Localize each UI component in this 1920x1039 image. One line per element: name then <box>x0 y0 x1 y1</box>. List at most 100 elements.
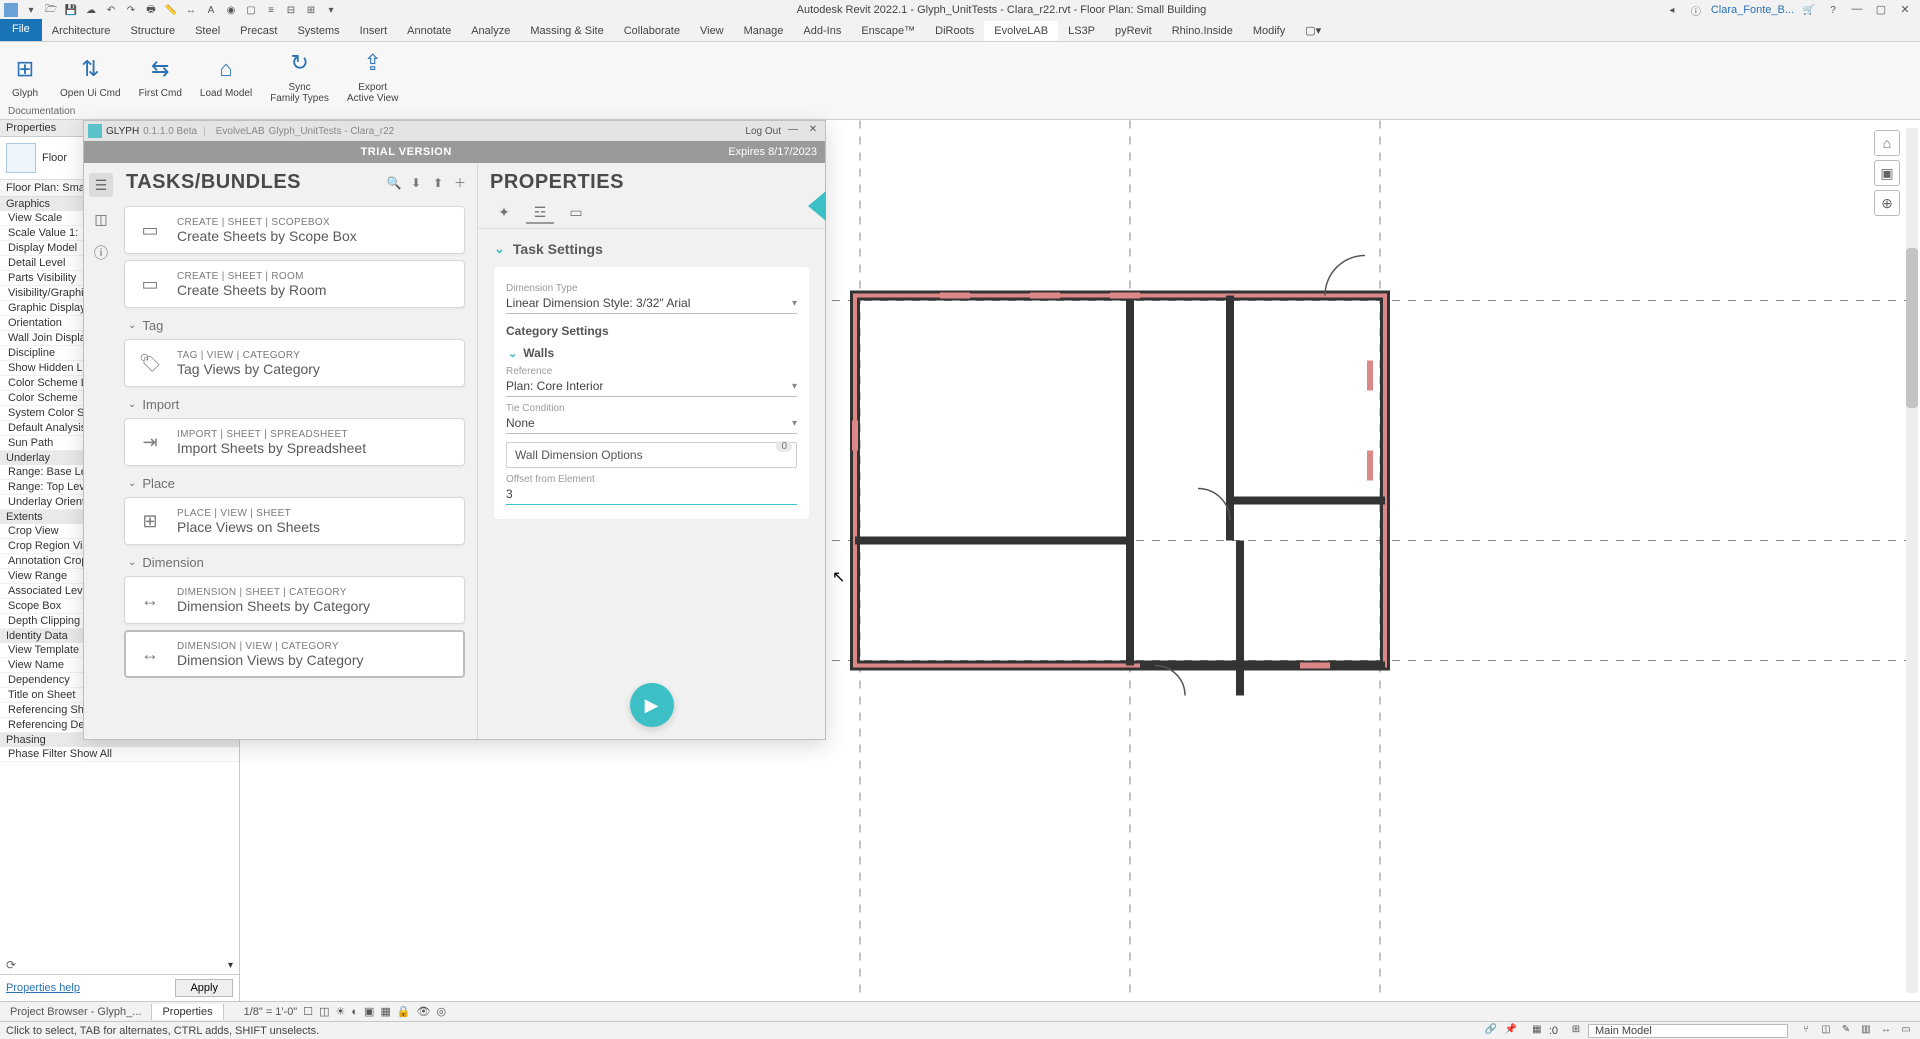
glyph-close-icon[interactable]: ✕ <box>805 124 821 138</box>
restore-button[interactable]: ▢ <box>1872 3 1890 17</box>
props-tab-sliders-icon[interactable]: ☲ <box>526 202 554 224</box>
glyph-chart-icon[interactable]: ◫ <box>89 207 113 231</box>
offset-input[interactable]: 3 <box>506 485 797 505</box>
qat-back-icon[interactable]: ◂ <box>1663 2 1681 18</box>
tab-evolvelab[interactable]: EvolveLAB <box>984 21 1058 41</box>
signed-in-user[interactable]: Clara_Fonte_B... <box>1711 4 1794 16</box>
select-by-face-icon[interactable]: ▥ <box>1858 1024 1874 1038</box>
tab-structure[interactable]: Structure <box>120 21 185 41</box>
tab-insert[interactable]: Insert <box>350 21 398 41</box>
visual-style-icon[interactable]: ◫ <box>319 1005 329 1018</box>
selection-count-icon[interactable]: ▦ <box>1529 1024 1545 1038</box>
tab-view[interactable]: View <box>690 21 734 41</box>
qat-3d-icon[interactable]: ◉ <box>222 2 240 18</box>
qat-thin-icon[interactable]: ≡ <box>262 2 280 18</box>
task-card[interactable]: ▭CREATE | SHEET | SCOPEBOXCreate Sheets … <box>124 206 465 254</box>
task-card[interactable]: 🏷TAG | VIEW | CATEGORYTag Views by Categ… <box>124 339 465 387</box>
select-links-icon[interactable]: 🔗 <box>1483 1024 1499 1038</box>
tab-enscape-[interactable]: Enscape™ <box>851 21 925 41</box>
ribbon-sync[interactable]: ↻SyncFamily Types <box>270 46 329 104</box>
tasks-search-icon[interactable]: 🔍 <box>385 174 403 192</box>
qat-section-icon[interactable]: ▢ <box>242 2 260 18</box>
file-tab[interactable]: File <box>0 19 42 41</box>
tab-modify[interactable]: Modify <box>1243 21 1295 41</box>
tasks-download-icon[interactable]: ⬇ <box>407 174 425 192</box>
tie-condition-select[interactable]: None ▾ <box>506 414 797 434</box>
task-card[interactable]: ⊞PLACE | VIEW | SHEETPlace Views on Shee… <box>124 497 465 545</box>
qat-text-icon[interactable]: A <box>202 2 220 18</box>
task-card[interactable]: ↔DIMENSION | SHEET | CATEGORYDimension S… <box>124 576 465 624</box>
task-settings-header[interactable]: ⌄ Task Settings <box>494 237 809 261</box>
crop-icon[interactable]: ▣ <box>364 1005 374 1018</box>
ribbon-first-cmd[interactable]: ⇆First Cmd <box>139 46 182 104</box>
qat-undo-icon[interactable]: ↶ <box>102 2 120 18</box>
prop-row[interactable]: Phase Filter Show All <box>0 747 239 762</box>
cart-icon[interactable]: 🛒 <box>1800 2 1818 18</box>
qat-save-icon[interactable]: 💾 <box>62 2 80 18</box>
worksets-icon[interactable]: ⊞ <box>1568 1024 1584 1038</box>
tasks-upload-icon[interactable]: ⬆ <box>429 174 447 192</box>
dim-type-select[interactable]: Linear Dimension Style: 3/32" Arial ▾ <box>506 294 797 314</box>
qat-sync-icon[interactable]: ☁ <box>82 2 100 18</box>
ribbon-open-ui-cmd[interactable]: ⇅Open Ui Cmd <box>60 46 121 104</box>
ribbon-glyph[interactable]: ⊞Glyph <box>8 46 42 104</box>
tab-ls3p[interactable]: LS3P <box>1058 21 1105 41</box>
expand-props-icon[interactable]: ▾ <box>228 960 233 971</box>
tab-analyze[interactable]: Analyze <box>461 21 520 41</box>
tasks-add-icon[interactable]: ＋ <box>451 174 469 192</box>
glyph-tasks-icon[interactable]: ☰ <box>89 173 113 197</box>
filter-icon[interactable]: ⑂ <box>1798 1024 1814 1038</box>
minimize-button[interactable]: — <box>1848 3 1866 17</box>
wall-dim-options-button[interactable]: Wall Dimension Options 0 <box>506 442 797 468</box>
doc-tab-properties[interactable]: Properties <box>152 1004 223 1020</box>
tab-systems[interactable]: Systems <box>287 21 349 41</box>
qat-measure-icon[interactable]: 📏 <box>162 2 180 18</box>
qat-print-icon[interactable]: 🖶 <box>142 2 160 18</box>
qat-open-icon[interactable]: ▾ <box>22 2 40 18</box>
tab-annotate[interactable]: Annotate <box>397 21 461 41</box>
nav-cube-icon[interactable]: ▣ <box>1874 160 1900 186</box>
glyph-info-icon[interactable]: ⓘ <box>89 241 113 265</box>
tab-collaborate[interactable]: Collaborate <box>614 21 690 41</box>
qat-redo-icon[interactable]: ↷ <box>122 2 140 18</box>
run-button[interactable]: ▶ <box>630 683 674 727</box>
qat-switch-icon[interactable]: ⊞ <box>302 2 320 18</box>
ribbon-options-icon[interactable]: ▢▾ <box>1295 20 1331 41</box>
tab-diroots[interactable]: DiRoots <box>925 21 984 41</box>
select-elements-icon[interactable]: ▭ <box>1898 1024 1914 1038</box>
view-scale[interactable]: 1/8" = 1'-0" <box>244 1006 298 1018</box>
qat-dim-icon[interactable]: ↔ <box>182 2 200 18</box>
task-card[interactable]: ⇥IMPORT | SHEET | SPREADSHEETImport Shee… <box>124 418 465 466</box>
main-model-label[interactable]: Main Model <box>1588 1024 1788 1038</box>
vertical-scrollbar[interactable] <box>1906 128 1918 993</box>
qat-open-file-icon[interactable]: 🗁 <box>42 2 60 18</box>
info-center-icon[interactable]: ⓘ <box>1687 2 1705 18</box>
task-card[interactable]: ▭CREATE | SHEET | ROOMCreate Sheets by R… <box>124 260 465 308</box>
glyph-minimize-icon[interactable]: — <box>785 124 801 138</box>
doc-tab-project-browser[interactable]: Project Browser - Glyph_... <box>0 1004 152 1020</box>
reveal-icon[interactable]: ◎ <box>437 1005 447 1018</box>
editable-only-icon[interactable]: ✎ <box>1838 1024 1854 1038</box>
tab-manage[interactable]: Manage <box>734 21 794 41</box>
task-group-import[interactable]: ⌄Import <box>128 397 467 412</box>
qat-close-hidden-icon[interactable]: ⊟ <box>282 2 300 18</box>
tab-massing-site[interactable]: Massing & Site <box>520 21 613 41</box>
tab-pyrevit[interactable]: pyRevit <box>1105 21 1162 41</box>
shadows-icon[interactable]: ◐ <box>351 1006 358 1018</box>
ribbon-load-model[interactable]: ⌂Load Model <box>200 46 252 104</box>
walls-accordion-header[interactable]: ⌄ Walls <box>508 346 797 360</box>
props-tab-magic-icon[interactable]: ✦ <box>490 202 518 224</box>
tab-rhino-inside[interactable]: Rhino.Inside <box>1162 21 1243 41</box>
task-card[interactable]: ↔DIMENSION | VIEW | CATEGORYDimension Vi… <box>124 630 465 678</box>
glyph-logout-link[interactable]: Log Out <box>745 126 781 137</box>
tab-add-ins[interactable]: Add-Ins <box>793 21 851 41</box>
task-group-dimension[interactable]: ⌄Dimension <box>128 555 467 570</box>
refresh-icon[interactable]: ⟳ <box>6 958 16 972</box>
temp-hide-icon[interactable]: 👁 <box>417 1005 431 1018</box>
tab-precast[interactable]: Precast <box>230 21 287 41</box>
crop-visible-icon[interactable]: ▦ <box>380 1005 390 1018</box>
apply-button[interactable]: Apply <box>175 979 233 997</box>
props-tab-card-icon[interactable]: ▭ <box>562 202 590 224</box>
close-button[interactable]: ✕ <box>1896 3 1914 17</box>
ribbon-export[interactable]: ⇪ExportActive View <box>347 46 399 104</box>
